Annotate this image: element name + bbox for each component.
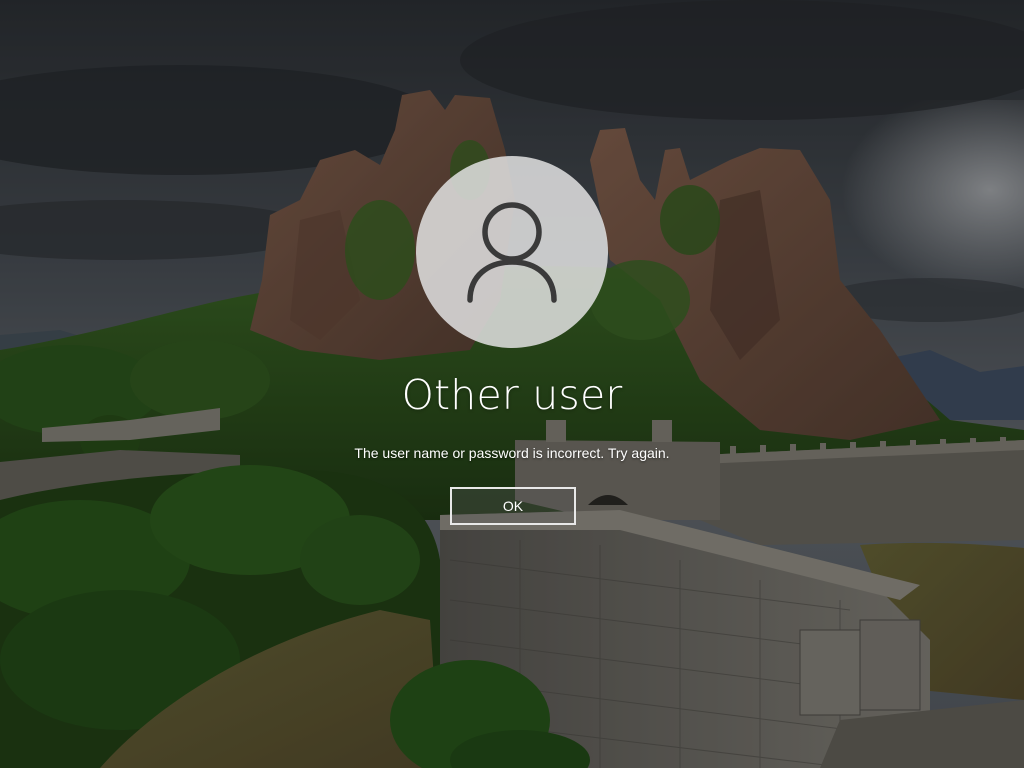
ok-button[interactable]: OK xyxy=(450,487,576,525)
lock-screen: Other user The user name or password is … xyxy=(0,0,1024,768)
user-name-label: Other user xyxy=(401,371,623,419)
error-message: The user name or password is incorrect. … xyxy=(354,445,670,461)
user-silhouette-icon xyxy=(467,202,557,303)
user-avatar xyxy=(416,156,608,348)
